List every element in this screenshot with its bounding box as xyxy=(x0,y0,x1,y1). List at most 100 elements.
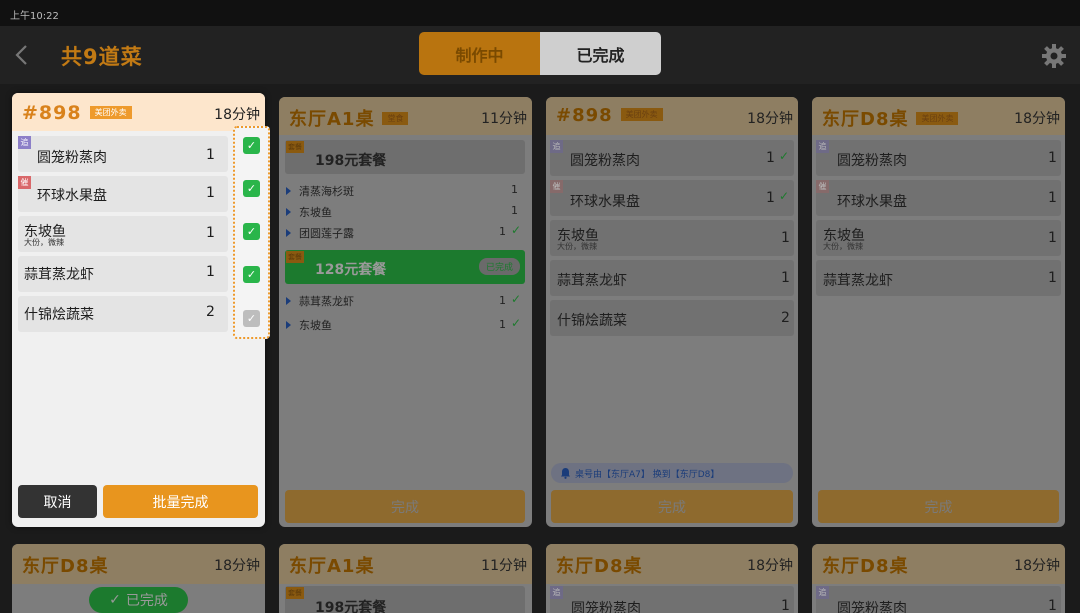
dish-name: 环球水果盘 xyxy=(837,194,907,210)
rush-badge: 追 xyxy=(550,586,563,599)
card-header: 东厅D8桌 18分钟 xyxy=(12,544,265,584)
dish-row: 催 环球水果盘 1 ✓ xyxy=(550,180,794,216)
dish-name: 圆笼粉蒸肉 xyxy=(837,153,907,169)
complete-button[interactable]: 完成 xyxy=(818,490,1059,523)
dish-spec: 大份，微辣 xyxy=(557,242,597,251)
dish-row: 东坡鱼 大份，微辣 1 xyxy=(816,220,1061,256)
set-name: 128元套餐 xyxy=(315,262,387,278)
urge-badge: 催 xyxy=(816,180,829,193)
order-card-bottom-2[interactable]: 东厅A1桌 11分钟 套餐 198元套餐 xyxy=(279,544,532,613)
dish-name: 环球水果盘 xyxy=(570,194,640,210)
order-card-bottom-4[interactable]: 东厅D8桌 18分钟 追 圆笼粉蒸肉 1 xyxy=(812,544,1065,613)
table-name: 东厅D8桌 xyxy=(22,556,109,577)
card-title: #898 美团外卖 xyxy=(556,105,663,126)
dish-row: 追 圆笼粉蒸肉 1 ✓ xyxy=(550,140,794,176)
table-name: 东厅D8桌 xyxy=(822,556,909,577)
dish-row[interactable]: 东坡鱼 大份，微辣 1 xyxy=(18,216,228,252)
complete-button[interactable]: 完成 xyxy=(551,490,793,523)
card-header: 东厅D8桌 美团外卖 18分钟 xyxy=(812,97,1065,135)
dish-row: 追 圆笼粉蒸肉 1 xyxy=(550,586,794,613)
dish-row[interactable]: 催 环球水果盘 1 xyxy=(18,176,228,212)
elapsed-time: 18分钟 xyxy=(1014,111,1060,127)
back-icon[interactable] xyxy=(14,44,28,66)
set-item-name: 清蒸海杉斑 xyxy=(299,185,354,198)
checkbox-item-3[interactable]: ✓ xyxy=(243,223,260,240)
card-header: #898 美团外卖 18分钟 xyxy=(546,97,798,135)
check-icon: ✓ xyxy=(779,189,790,203)
dish-row[interactable]: 追 圆笼粉蒸肉 1 xyxy=(18,136,228,172)
check-icon: ✓ xyxy=(511,223,522,237)
order-card-d8[interactable]: 东厅D8桌 美团外卖 18分钟 追 圆笼粉蒸肉 1 催 环球水果盘 1 东坡鱼 大… xyxy=(812,97,1065,527)
dish-qty: 1 xyxy=(1048,230,1057,246)
card-header: 东厅A1桌 11分钟 xyxy=(279,544,532,584)
set-meal-header: 套餐 198元套餐 xyxy=(285,140,525,174)
order-card-bottom-3[interactable]: 东厅D8桌 18分钟 追 圆笼粉蒸肉 1 xyxy=(546,544,798,613)
active-order-card[interactable]: #898 美团外卖 18分钟 追 圆笼粉蒸肉 1 催 环球水果盘 1 东坡鱼 大份… xyxy=(12,93,265,527)
checkbox-item-1[interactable]: ✓ xyxy=(243,137,260,154)
set-item-name: 团圆莲子露 xyxy=(299,227,354,240)
card-header: 东厅D8桌 18分钟 xyxy=(812,544,1065,584)
dish-row[interactable]: 什锦烩蔬菜 2 xyxy=(18,296,228,332)
order-card-a1[interactable]: 东厅A1桌 堂食 11分钟 套餐 198元套餐 清蒸海杉斑 1 东坡鱼 1 团圆莲… xyxy=(279,97,532,527)
set-item-qty: 1 xyxy=(499,225,506,238)
urge-badge: 催 xyxy=(550,180,563,193)
elapsed-time: 18分钟 xyxy=(214,558,260,574)
dish-qty: 1 xyxy=(766,190,775,206)
checkbox-item-4[interactable]: ✓ xyxy=(243,266,260,283)
dish-qty: 1 xyxy=(781,230,790,246)
dish-qty: 1 xyxy=(781,598,790,613)
rush-badge: 追 xyxy=(816,586,829,599)
check-icon: ✓ xyxy=(511,316,522,330)
cancel-button[interactable]: 取消 xyxy=(18,485,97,518)
order-card-898[interactable]: #898 美团外卖 18分钟 追 圆笼粉蒸肉 1 ✓ 催 环球水果盘 1 ✓ 东坡… xyxy=(546,97,798,527)
elapsed-time: 11分钟 xyxy=(481,558,527,574)
bullet-icon xyxy=(286,229,291,237)
dish-qty: 1 xyxy=(1048,190,1057,206)
set-item-name: 东坡鱼 xyxy=(299,206,332,219)
dish-name: 圆笼粉蒸肉 xyxy=(571,601,641,613)
order-number: #898 xyxy=(556,105,613,126)
checkbox-item-5[interactable]: ✓ xyxy=(243,310,260,327)
dish-row: 东坡鱼 大份，微辣 1 xyxy=(550,220,794,256)
gear-icon[interactable] xyxy=(1041,43,1067,69)
dish-qty: 1 xyxy=(1048,270,1057,286)
batch-complete-button[interactable]: 批量完成 xyxy=(103,485,258,518)
elapsed-time: 18分钟 xyxy=(1014,558,1060,574)
checkbox-item-2[interactable]: ✓ xyxy=(243,180,260,197)
card-header: 东厅A1桌 堂食 11分钟 xyxy=(279,97,532,135)
dish-qty: 1 xyxy=(781,270,790,286)
tab-in-progress[interactable]: 制作中 xyxy=(419,32,540,75)
bullet-icon xyxy=(286,208,291,216)
check-circle-icon: ✓ xyxy=(109,592,121,608)
card-title: #898 美团外卖 xyxy=(22,102,132,124)
bullet-icon xyxy=(286,187,291,195)
tab-completed[interactable]: 已完成 xyxy=(540,32,661,75)
dish-name: 蒜茸蒸龙虾 xyxy=(557,273,627,289)
order-type-tag: 美团外卖 xyxy=(620,108,663,121)
dish-qty: 1 xyxy=(206,147,215,163)
bell-icon xyxy=(561,468,570,479)
dish-name: 圆笼粉蒸肉 xyxy=(570,153,640,169)
check-icon: ✓ xyxy=(246,312,257,325)
card-title: 东厅A1桌 堂食 xyxy=(289,105,409,131)
set-item-qty: 1 xyxy=(499,318,506,331)
rush-badge: 追 xyxy=(550,140,563,153)
elapsed-time: 18分钟 xyxy=(747,558,793,574)
order-card-bottom-1[interactable]: 东厅D8桌 18分钟 ✓ 已完成 xyxy=(12,544,265,613)
check-icon: ✓ xyxy=(779,149,790,163)
completed-label: 已完成 xyxy=(125,593,168,609)
set-badge: 套餐 xyxy=(286,141,304,153)
completed-badge: ✓ 已完成 xyxy=(89,587,188,613)
check-icon: ✓ xyxy=(246,182,257,195)
dish-spec: 大份，微辣 xyxy=(823,242,863,251)
elapsed-time: 18分钟 xyxy=(214,107,260,123)
set-item-qty: 1 xyxy=(511,183,518,196)
dish-row: 追 圆笼粉蒸肉 1 xyxy=(816,140,1061,176)
dish-row[interactable]: 蒜茸蒸龙虾 1 xyxy=(18,256,228,292)
table-name: 东厅A1桌 xyxy=(289,556,375,577)
dish-name: 什锦烩蔬菜 xyxy=(557,313,627,329)
complete-button[interactable]: 完成 xyxy=(285,490,525,523)
check-icon: ✓ xyxy=(511,292,522,306)
set-name: 198元套餐 xyxy=(315,153,387,169)
table-change-notice: 桌号由【东厅A7】 换到【东厅D8】 xyxy=(551,463,793,483)
